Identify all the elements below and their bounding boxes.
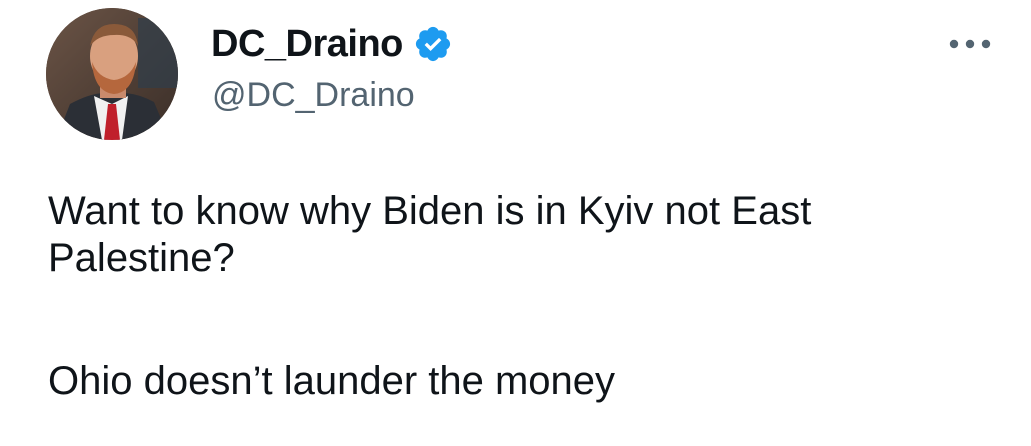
more-horizontal-icon — [949, 39, 991, 49]
author-display-name[interactable]: DC_Draino — [211, 25, 403, 63]
tweet-text-paragraph-2: Ohio doesn’t launder the money — [48, 359, 616, 403]
author-handle[interactable]: @DC_Draino — [212, 78, 415, 112]
verified-badge-icon — [413, 24, 453, 64]
avatar-photo-icon — [46, 8, 178, 140]
author-name-row: DC_Draino — [211, 18, 453, 70]
tweet-text-paragraph-1: Want to know why Biden is in Kyiv not Ea… — [48, 189, 812, 280]
author-avatar[interactable] — [46, 8, 178, 140]
more-options-button[interactable] — [940, 24, 1000, 64]
tweet-card: DC_Draino @DC_Draino Want to know why Bi… — [0, 0, 1031, 446]
